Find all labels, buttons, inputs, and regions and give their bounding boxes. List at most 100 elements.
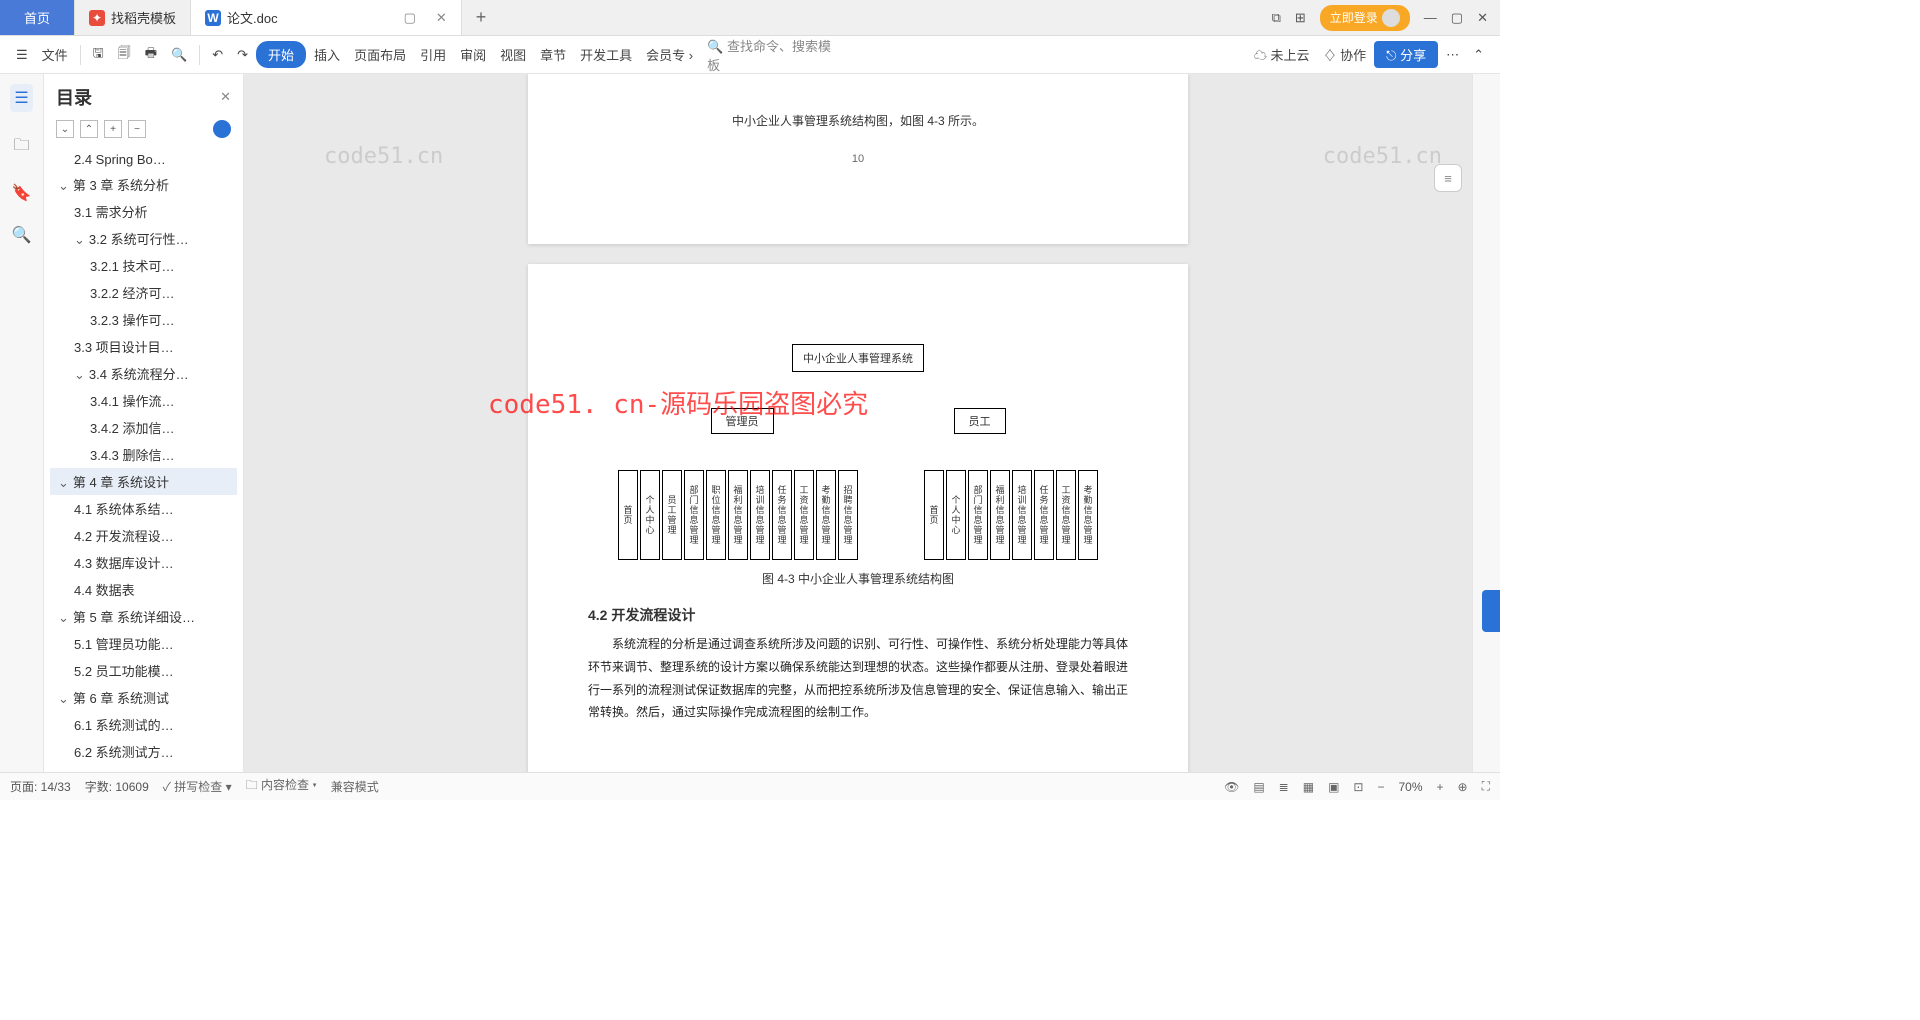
- side-tab[interactable]: [1482, 590, 1500, 632]
- toc-item[interactable]: 6.1 系统测试的…: [50, 711, 237, 738]
- grid-icon[interactable]: ⊞: [1295, 10, 1306, 26]
- toc-item[interactable]: 3.2.2 经济可…: [50, 279, 237, 306]
- more-icon[interactable]: ⋯: [1440, 43, 1465, 67]
- compat-mode[interactable]: 兼容模式: [331, 778, 379, 795]
- toc-item[interactable]: 3.4.3 删除信…: [50, 441, 237, 468]
- page-prev: 中小企业人事管理系统结构图，如图 4-3 所示。 10: [528, 74, 1188, 244]
- structure-diagram: 中小企业人事管理系统 管理员 员工 首页个人中心员工管理部门信息管理职位信息管理…: [618, 344, 1098, 560]
- sync-icon[interactable]: [213, 120, 231, 138]
- tablet-icon[interactable]: ⧉: [1272, 10, 1281, 26]
- fit-icon[interactable]: ⊕: [1458, 780, 1468, 794]
- diagram-col: 考勤信息管理: [816, 470, 836, 560]
- eye-icon[interactable]: 👁: [1224, 780, 1239, 794]
- print-icon[interactable]: 🖶: [139, 40, 163, 70]
- zoom-in-icon[interactable]: +: [1437, 780, 1444, 794]
- toc-item[interactable]: 3.1 需求分析: [50, 198, 237, 225]
- diagram-role-staff: 员工: [954, 408, 1006, 434]
- screen-icon[interactable]: ▢: [404, 10, 416, 26]
- close-icon[interactable]: ✕: [436, 10, 447, 26]
- close-window-icon[interactable]: ✕: [1477, 10, 1488, 26]
- toc-item[interactable]: 第 5 章 系统详细设…: [50, 603, 237, 630]
- login-button[interactable]: 立即登录: [1320, 5, 1410, 31]
- preview-icon[interactable]: 🔍: [165, 43, 193, 67]
- menu-start[interactable]: 开始: [256, 41, 306, 68]
- toc-item[interactable]: 5.2 员工功能模…: [50, 657, 237, 684]
- document-area[interactable]: ≡ 中小企业人事管理系统结构图，如图 4-3 所示。 10 code51. cn…: [244, 74, 1472, 772]
- minimize-icon[interactable]: —: [1424, 10, 1437, 25]
- ruler-icon[interactable]: ⊡: [1353, 780, 1363, 794]
- toc-item[interactable]: 4.1 系统体系结…: [50, 495, 237, 522]
- share-button[interactable]: ⎋ 分享: [1374, 41, 1438, 68]
- redo-icon[interactable]: ↷: [231, 43, 254, 67]
- toc-item[interactable]: 3.2.1 技术可…: [50, 252, 237, 279]
- diagram-col: 部门信息管理: [968, 470, 988, 560]
- diagram-col: 考勤信息管理: [1078, 470, 1098, 560]
- menu-insert[interactable]: 插入: [308, 41, 346, 68]
- fullscreen-icon[interactable]: ⛶: [1482, 779, 1490, 794]
- menu-icon[interactable]: ☰: [10, 43, 34, 67]
- toc-item[interactable]: 4.4 数据表: [50, 576, 237, 603]
- close-outline-icon[interactable]: ✕: [220, 89, 231, 105]
- collapse-all-icon[interactable]: ⌄: [56, 120, 74, 138]
- toc-item[interactable]: 第 6 章 系统测试: [50, 684, 237, 711]
- menu-dev[interactable]: 开发工具: [574, 41, 638, 68]
- view-web-icon[interactable]: ▦: [1303, 780, 1314, 794]
- clipboard-icon[interactable]: 🗀: [13, 134, 29, 161]
- collab-button[interactable]: ♢ 协作: [1318, 41, 1373, 68]
- outline-panel: 目录 ✕ ⌄ ⌃ + − 2.4 Spring Bo…第 3 章 系统分析3.1…: [44, 74, 244, 772]
- tab-document[interactable]: W论文.doc▢✕: [191, 0, 462, 35]
- search-panel-icon[interactable]: 🔍: [12, 225, 32, 245]
- menu-layout[interactable]: 页面布局: [348, 41, 412, 68]
- maximize-icon[interactable]: ▢: [1451, 10, 1463, 26]
- toc-item[interactable]: 4.3 数据库设计…: [50, 549, 237, 576]
- toc-item[interactable]: 2.4 Spring Bo…: [50, 148, 237, 171]
- search-input[interactable]: 🔍 查找命令、搜索模板: [701, 32, 841, 78]
- toc-item[interactable]: 6.3 功能测试: [50, 765, 237, 772]
- flame-icon: ✦: [89, 10, 105, 26]
- view-page-icon[interactable]: ▤: [1253, 780, 1264, 794]
- menu-view[interactable]: 视图: [494, 41, 532, 68]
- avatar-icon: [1382, 9, 1400, 27]
- menu-review[interactable]: 审阅: [454, 41, 492, 68]
- toc-item[interactable]: 3.3 项目设计目…: [50, 333, 237, 360]
- bookmark-icon[interactable]: 🔖: [12, 183, 32, 203]
- diagram-col: 首页: [924, 470, 944, 560]
- content-check-button[interactable]: 🗀 内容检查 ▾: [246, 776, 317, 797]
- saveas-icon[interactable]: 🗐: [112, 40, 137, 70]
- page-indicator[interactable]: 页面: 14/33: [10, 778, 71, 795]
- outline-icon[interactable]: ☰: [10, 84, 32, 112]
- undo-icon[interactable]: ↶: [206, 43, 229, 67]
- menu-ref[interactable]: 引用: [414, 41, 452, 68]
- toc-item[interactable]: 3.4 系统流程分…: [50, 360, 237, 387]
- diagram-col: 个人中心: [640, 470, 660, 560]
- add-node-icon[interactable]: +: [104, 120, 122, 138]
- tab-add[interactable]: +: [462, 0, 501, 35]
- toc-item[interactable]: 4.2 开发流程设…: [50, 522, 237, 549]
- float-menu-icon[interactable]: ≡: [1434, 164, 1462, 192]
- toc-item[interactable]: 3.2 系统可行性…: [50, 225, 237, 252]
- menu-member[interactable]: 会员专 ›: [640, 41, 699, 68]
- remove-node-icon[interactable]: −: [128, 120, 146, 138]
- toc-item[interactable]: 3.4.2 添加信…: [50, 414, 237, 441]
- zoom-out-icon[interactable]: −: [1377, 780, 1384, 794]
- toc-item[interactable]: 5.1 管理员功能…: [50, 630, 237, 657]
- cloud-status[interactable]: ☁ 未上云: [1248, 41, 1316, 68]
- zoom-level[interactable]: 70%: [1398, 780, 1422, 794]
- menu-file[interactable]: 文件: [36, 41, 74, 68]
- tab-templates[interactable]: ✦找稻壳模板: [75, 0, 191, 35]
- toc-item[interactable]: 6.2 系统测试方…: [50, 738, 237, 765]
- toc-item[interactable]: 第 4 章 系统设计: [50, 468, 237, 495]
- word-count[interactable]: 字数: 10609: [85, 778, 149, 795]
- diagram-col: 工资信息管理: [794, 470, 814, 560]
- expand-icon[interactable]: ⌃: [1467, 43, 1490, 67]
- save-icon[interactable]: 🖫: [87, 40, 110, 70]
- toc-item[interactable]: 3.4.1 操作流…: [50, 387, 237, 414]
- view-outline-icon[interactable]: ≣: [1279, 780, 1289, 794]
- toc-item[interactable]: 第 3 章 系统分析: [50, 171, 237, 198]
- expand-all-icon[interactable]: ⌃: [80, 120, 98, 138]
- tab-home[interactable]: 首页: [0, 0, 75, 35]
- view-read-icon[interactable]: ▣: [1328, 780, 1339, 794]
- spellcheck-button[interactable]: ✓ 拼写检查 ▾: [163, 778, 232, 795]
- menu-chapter[interactable]: 章节: [534, 41, 572, 68]
- toc-item[interactable]: 3.2.3 操作可…: [50, 306, 237, 333]
